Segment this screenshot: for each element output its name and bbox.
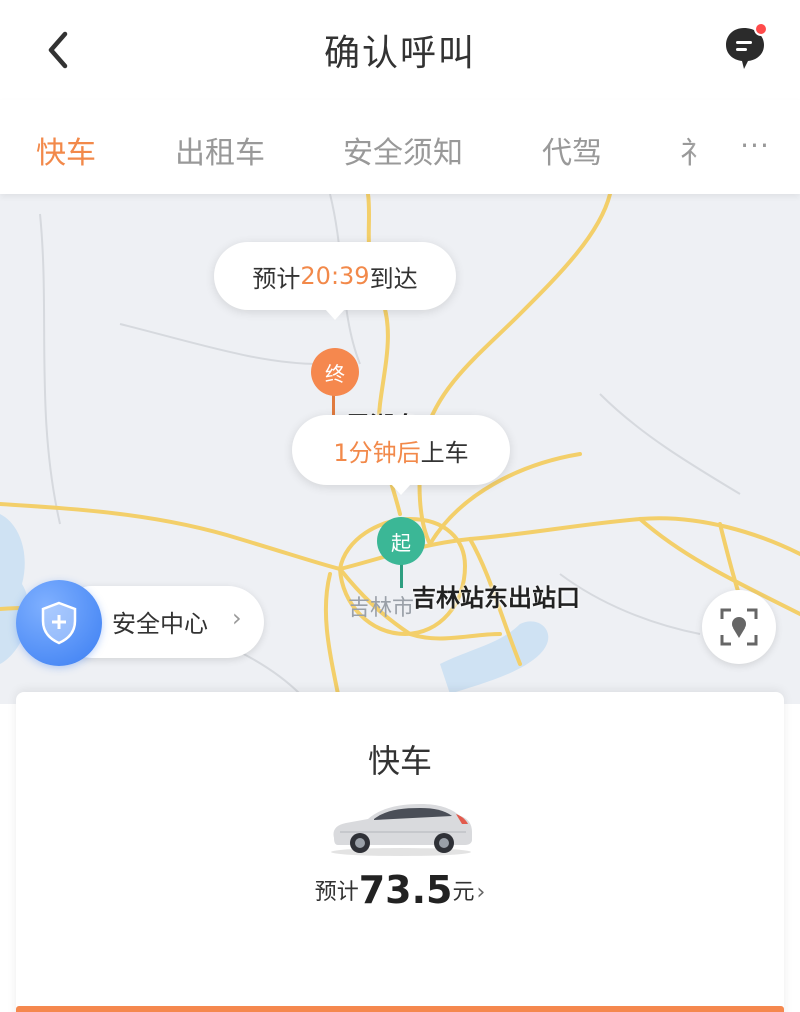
header: 确认呼叫 bbox=[0, 0, 800, 100]
start-pin[interactable]: 起 bbox=[377, 517, 425, 565]
price-chevron: › bbox=[476, 880, 486, 905]
message-button[interactable] bbox=[718, 20, 774, 76]
service-tabs: 快车 出租车 安全须知 代驾 礻 ··· bbox=[0, 100, 800, 194]
more-tabs-button[interactable]: ··· bbox=[735, 122, 775, 168]
eta-suffix: 到达 bbox=[369, 264, 418, 293]
map-view[interactable]: 预计20:39到达 终 雷湖岛 1分钟后上车 起 吉林站东出站口 吉林市 安全中… bbox=[0, 194, 800, 704]
pickup-time: 1分钟后 bbox=[333, 438, 421, 467]
price-estimate[interactable]: 预计73.5元› bbox=[16, 868, 784, 912]
tab-taxi[interactable]: 出租车 bbox=[175, 128, 265, 172]
end-pin[interactable]: 终 bbox=[311, 348, 359, 396]
start-place-label: 吉林站东出站口 bbox=[412, 584, 580, 612]
unread-dot bbox=[754, 22, 768, 36]
eta-bubble: 预计 20:39 到达 bbox=[214, 242, 456, 320]
eta-prefix: 预计 bbox=[252, 264, 301, 293]
shield-icon bbox=[16, 580, 102, 666]
price-prefix: 预计 bbox=[314, 880, 359, 905]
app-screen: 确认呼叫 快车 出租车 安全须知 代驾 礻 ··· bbox=[0, 0, 800, 1012]
car-icon bbox=[331, 804, 472, 856]
pickup-bubble: 1分钟后 上车 bbox=[292, 415, 510, 495]
locate-icon bbox=[720, 608, 758, 646]
tab-designated-driver[interactable]: 代驾 bbox=[542, 128, 602, 172]
locate-button[interactable] bbox=[702, 590, 776, 664]
tab-express[interactable]: 快车 bbox=[36, 128, 96, 172]
price-value: 73.5 bbox=[358, 868, 453, 912]
page-title: 确认呼叫 bbox=[323, 33, 476, 74]
tab-safety-notice[interactable]: 安全须知 bbox=[343, 128, 463, 172]
card-title: 快车 bbox=[367, 742, 432, 780]
ride-card: 快车 预计73.5元› bbox=[16, 692, 784, 1012]
safety-chevron: › bbox=[232, 604, 242, 632]
tab-fade bbox=[690, 100, 730, 194]
confirm-bar[interactable] bbox=[16, 1006, 784, 1012]
safety-center-label: 安全中心 bbox=[112, 610, 208, 638]
price-unit: 元 bbox=[452, 880, 475, 905]
city-label: 吉林市 bbox=[348, 596, 415, 621]
eta-time: 20:39 bbox=[300, 262, 370, 290]
pickup-suffix: 上车 bbox=[420, 438, 469, 467]
safety-center-button[interactable]: 安全中心 › bbox=[16, 580, 264, 666]
